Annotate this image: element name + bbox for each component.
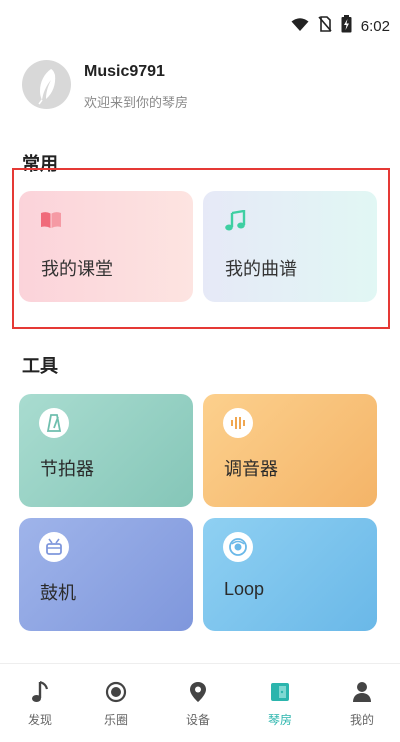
music-note-icon	[224, 209, 246, 236]
nav-item-circle[interactable]: 乐圈	[76, 664, 156, 742]
drum-icon	[39, 532, 69, 562]
status-bar: 6:02	[0, 0, 400, 46]
section-title-tools: 工具	[22, 356, 58, 377]
metronome-card[interactable]: 节拍器	[19, 394, 193, 507]
username: Music9791	[84, 63, 165, 80]
metronome-label: 节拍器	[40, 459, 94, 480]
nav-item-discover[interactable]: 发现	[0, 664, 80, 742]
loop-icon	[223, 532, 253, 562]
person-icon	[350, 680, 374, 704]
circle-target-icon	[104, 680, 128, 704]
no-sim-icon	[318, 16, 332, 36]
drum-machine-card[interactable]: 鼓机	[19, 518, 193, 631]
feather-logo-icon	[38, 69, 56, 105]
nav-item-mine[interactable]: 我的	[322, 664, 400, 742]
my-classroom-card[interactable]: 我的课堂	[19, 191, 193, 302]
welcome-text: 欢迎来到你的琴房	[84, 96, 189, 111]
drum-machine-label: 鼓机	[40, 583, 76, 604]
door-icon	[268, 680, 292, 704]
bottom-nav: 发现 乐圈 设备 琴房 我的	[0, 663, 400, 742]
battery-charging-icon	[341, 15, 352, 37]
status-icons: 6:02	[291, 15, 390, 37]
nav-label-device: 设备	[185, 713, 210, 727]
nav-item-device[interactable]: 设备	[158, 664, 238, 742]
nav-label-piano-room: 琴房	[267, 713, 292, 727]
profile-header[interactable]: Music9791 欢迎来到你的琴房	[22, 60, 378, 116]
metronome-icon	[39, 408, 69, 438]
location-pin-icon	[186, 680, 210, 704]
loop-card[interactable]: Loop	[203, 518, 377, 631]
wifi-icon	[291, 17, 309, 36]
tuner-label: 调音器	[224, 459, 278, 480]
tuner-icon	[223, 408, 253, 438]
my-score-label: 我的曲谱	[225, 259, 297, 280]
my-score-card[interactable]: 我的曲谱	[203, 191, 377, 302]
music-note-icon	[28, 680, 52, 704]
status-time: 6:02	[360, 17, 390, 35]
nav-label-circle: 乐圈	[103, 713, 128, 727]
nav-item-piano-room[interactable]: 琴房	[240, 664, 320, 742]
nav-label-mine: 我的	[349, 713, 374, 727]
nav-label-discover: 发现	[27, 713, 52, 727]
avatar[interactable]	[22, 60, 71, 109]
my-classroom-label: 我的课堂	[41, 259, 113, 280]
loop-label: Loop	[224, 579, 265, 599]
book-icon	[40, 211, 62, 233]
tuner-card[interactable]: 调音器	[203, 394, 377, 507]
